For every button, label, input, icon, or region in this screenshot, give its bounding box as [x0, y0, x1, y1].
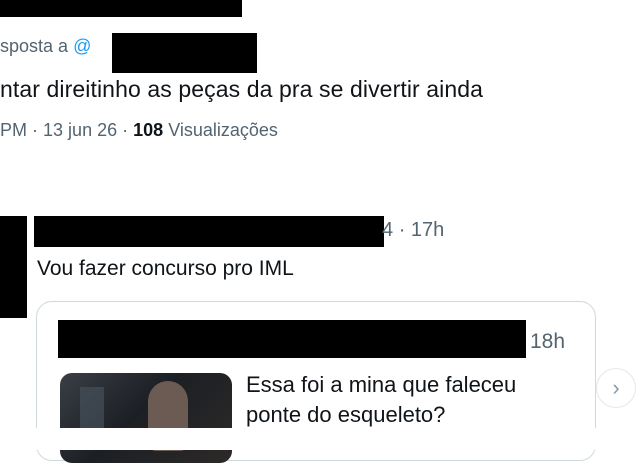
tweet-meta: PM · 13 jun 26 · 108 Visualizações — [0, 120, 278, 141]
tweet-text: ntar direitinho as peças da pra se diver… — [0, 76, 484, 102]
bottom-crop-edge — [0, 428, 643, 450]
next-button[interactable]: › — [596, 368, 636, 408]
views-label: Visualizações — [168, 120, 278, 140]
redaction-bar-reply-author — [34, 216, 384, 247]
quoted-tweet-time: 18h — [530, 330, 566, 353]
chevron-right-icon: › — [612, 375, 620, 400]
meta-separator: · — [32, 120, 39, 140]
tweet-date[interactable]: 13 jun 26 — [43, 120, 117, 140]
replying-to-label: sposta a — [0, 36, 69, 56]
meta-separator: · — [122, 120, 129, 140]
replying-to-line: sposta a @ — [0, 36, 91, 57]
redaction-bar-quoted-author — [58, 320, 526, 358]
reply-time: 17h — [410, 219, 445, 241]
reply-text: Vou fazer concurso pro IML — [37, 257, 294, 280]
quoted-text-line-2: ponte do esqueleto? — [246, 402, 446, 427]
reply-timestamp[interactable]: 4 · 17h — [382, 219, 444, 242]
redaction-bar-avatar — [0, 216, 27, 318]
quoted-text-line-1: Essa foi a mina que faleceu — [246, 372, 517, 397]
quoted-tweet-text: Essa foi a mina que faleceu ponte do esq… — [246, 370, 516, 430]
views-count: 108 — [133, 120, 164, 140]
redaction-bar-top — [0, 0, 242, 17]
tweet-time[interactable]: PM — [0, 120, 27, 140]
meta-separator: · — [398, 219, 406, 241]
redaction-bar-reply-handle — [112, 33, 257, 73]
reply-time-prefix: 4 — [382, 219, 394, 241]
replying-to-handle[interactable]: @ — [73, 36, 91, 56]
